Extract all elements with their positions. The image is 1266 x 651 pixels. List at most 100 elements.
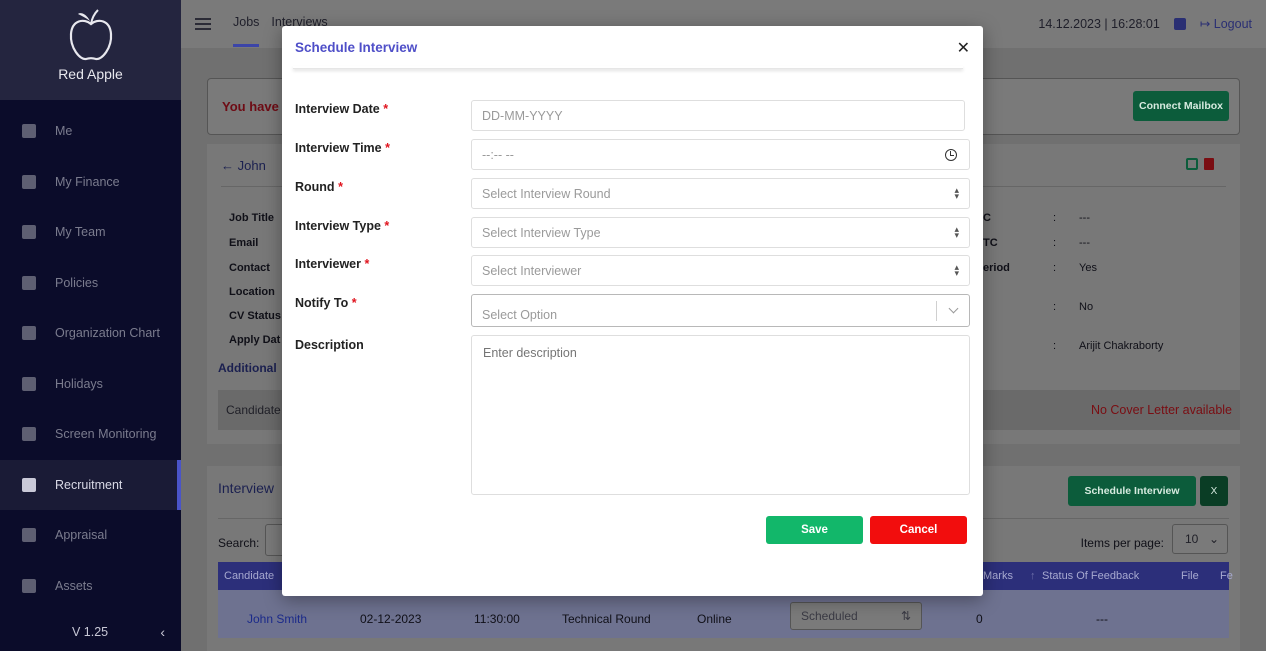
select-arrows-icon: ▴ ▾ <box>954 185 959 201</box>
envelope-icon <box>22 477 36 492</box>
logout-link[interactable]: ↦ Logout <box>1200 16 1252 31</box>
notify-to-select[interactable]: Select Option <box>471 294 970 327</box>
value-right-2: --- <box>1079 237 1090 249</box>
notify-to-label: Notify To * <box>295 296 357 310</box>
cell-date: 02-12-2023 <box>360 612 422 626</box>
chevron-down-icon <box>948 303 959 314</box>
sidebar-item-label: My Team <box>55 225 106 240</box>
sidebar-item-assets[interactable]: Assets <box>0 561 181 612</box>
items-per-page-select[interactable]: 10 ⌄ <box>1172 524 1228 554</box>
sidebar-item-label: Assets <box>55 578 93 593</box>
cell-time: 11:30:00 <box>474 612 520 626</box>
interview-time-placeholder: --:-- -- <box>482 147 514 162</box>
datetime-display: 14.12.2023 | 16:28:01 <box>1038 16 1160 31</box>
connect-mailbox-button[interactable]: Connect Mailbox <box>1132 91 1229 121</box>
interviewer-select[interactable]: Select Interviewer ▴ ▾ <box>471 255 970 286</box>
label-right-3: eriod <box>983 262 1010 274</box>
required-mark: * <box>364 257 370 271</box>
collapse-chevron-icon[interactable]: ‹ <box>160 624 165 640</box>
notify-to-placeholder: Select Option <box>482 308 558 322</box>
schedule-interview-button[interactable]: Schedule Interview <box>1068 476 1196 506</box>
status-select[interactable]: Scheduled ⇅ <box>790 602 922 630</box>
candidate-label: Candidate <box>226 403 281 417</box>
sort-arrow-icon[interactable]: ↑ <box>1030 570 1036 582</box>
label-text: Interview Type <box>295 219 381 233</box>
value-right-3: Yes <box>1079 262 1097 274</box>
sidebar-item-my-team[interactable]: My Team <box>0 207 181 258</box>
sidebar-item-label: My Finance <box>55 174 120 189</box>
file-icon <box>22 275 36 290</box>
th-feedback: Fe <box>1220 570 1233 582</box>
sidebar-item-label: Me <box>55 124 73 139</box>
sidebar-item-appraisal[interactable]: Appraisal <box>0 510 181 561</box>
interview-date-label: Interview Date * <box>295 102 388 116</box>
sidebar-item-label: Appraisal <box>55 528 108 543</box>
close-icon[interactable]: ✕ <box>957 38 970 58</box>
description-textarea[interactable] <box>471 335 970 495</box>
cancel-button[interactable]: Cancel <box>870 516 967 544</box>
calendar-icon[interactable] <box>1173 17 1186 30</box>
schedule-interview-modal: Schedule Interview ✕ Interview Date * DD… <box>282 26 983 596</box>
interview-time-input[interactable]: --:-- -- <box>471 139 970 170</box>
interview-date-placeholder: DD-MM-YYYY <box>482 108 563 123</box>
colon: : <box>1053 340 1057 352</box>
sidebar-item-label: Holidays <box>55 376 103 391</box>
interview-date-input[interactable]: DD-MM-YYYY <box>471 100 965 131</box>
hamburger-menu-icon[interactable] <box>195 18 211 30</box>
interview-type-label: Interview Type * <box>295 219 389 233</box>
excel-export-icon[interactable]: X <box>1200 476 1228 506</box>
sidebar-item-screen-monitoring[interactable]: Screen Monitoring <box>0 409 181 460</box>
label-text: Interviewer <box>295 257 362 271</box>
value-right-5: Arijit Chakraborty <box>1079 340 1164 352</box>
label-contact: Contact <box>229 262 270 274</box>
round-select[interactable]: Select Interview Round ▴ ▾ <box>471 178 970 209</box>
required-mark: * <box>384 219 390 233</box>
label-job-title: Job Title <box>229 212 275 224</box>
sidebar-item-my-finance[interactable]: My Finance <box>0 157 181 208</box>
label-text: Interview Time <box>295 141 382 155</box>
sidebar-item-organization-chart[interactable]: Organization Chart <box>0 308 181 359</box>
chevron-down-icon: ⌄ <box>1208 532 1219 546</box>
brand-name: Red Apple <box>58 66 123 82</box>
save-button[interactable]: Save <box>766 516 863 544</box>
cell-candidate[interactable]: John Smith <box>247 612 307 626</box>
sidebar-item-label: Organization Chart <box>55 326 160 341</box>
interviewer-placeholder: Select Interviewer <box>482 263 582 278</box>
trash-icon[interactable] <box>1204 158 1214 170</box>
tab-jobs[interactable]: Jobs <box>233 15 260 47</box>
value-right-4: No <box>1079 301 1094 313</box>
colon: : <box>1053 237 1057 249</box>
alert-text: You have <box>222 99 279 114</box>
description-label: Description <box>295 338 364 352</box>
colon: : <box>1053 262 1057 274</box>
no-cover-letter-text: No Cover Letter available <box>1090 403 1232 417</box>
laptop-icon <box>22 578 36 593</box>
value-right-1: --- <box>1079 212 1090 224</box>
select-arrows-icon: ⇅ <box>900 609 911 623</box>
back-link[interactable]: ← John <box>221 158 266 173</box>
topbar-right: 14.12.2023 | 16:28:01 ↦ Logout <box>1038 16 1252 32</box>
clock-icon[interactable] <box>945 149 957 161</box>
interview-type-select[interactable]: Select Interview Type ▴ ▾ <box>471 217 970 248</box>
sidebar-item-me[interactable]: Me <box>0 106 181 157</box>
additional-info-heading: Additional <box>218 361 277 375</box>
sidebar-item-label: Screen Monitoring <box>55 427 157 442</box>
select-separator <box>936 301 937 321</box>
colon: : <box>1053 212 1057 224</box>
label-apply-date: Apply Dat <box>229 334 281 346</box>
select-arrows-icon: ▴ ▾ <box>954 224 959 240</box>
sidebar-item-policies[interactable]: Policies <box>0 258 181 309</box>
label-email: Email <box>229 237 259 249</box>
table-row: John Smith 02-12-2023 11:30:00 Technical… <box>218 590 1229 638</box>
cell-feedback: --- <box>1096 612 1108 626</box>
edit-icon[interactable] <box>1186 158 1198 170</box>
cell-type: Online <box>697 612 732 626</box>
hand-coin-icon <box>22 174 36 189</box>
sidebar-item-holidays[interactable]: Holidays <box>0 359 181 410</box>
select-arrows-icon: ▴ ▾ <box>954 262 959 278</box>
label-text: Interview Date <box>295 102 380 116</box>
modal-divider <box>293 66 963 69</box>
sidebar-item-recruitment[interactable]: Recruitment <box>0 459 181 510</box>
cell-marks: 0 <box>976 612 983 626</box>
users-icon <box>22 225 36 240</box>
